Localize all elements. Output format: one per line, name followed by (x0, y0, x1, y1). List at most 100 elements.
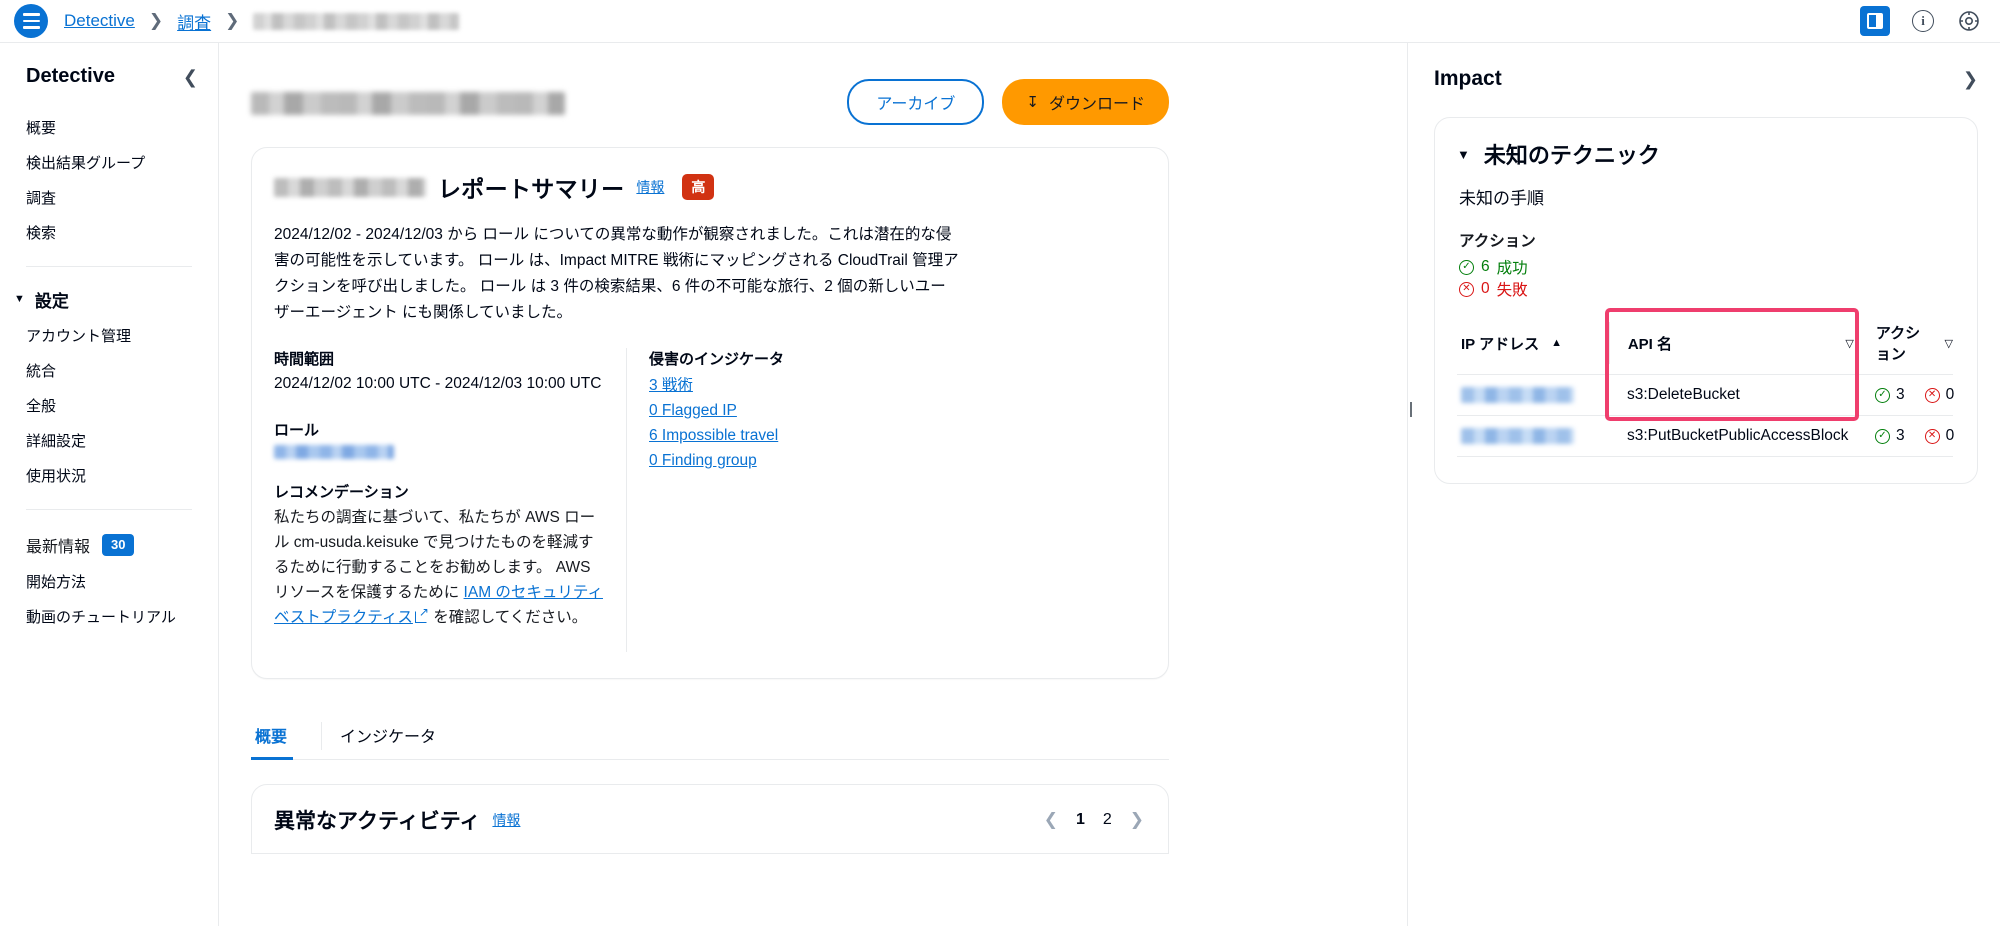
role-block: ロール (274, 419, 604, 459)
download-button[interactable]: ↧ ダウンロード (1002, 79, 1169, 125)
body-split: Detective ❮ 概要 検出結果グループ 調査 検索 ▼ 設定 アカウント… (0, 43, 2000, 926)
column-header-api-name[interactable]: API 名 ▽ (1610, 333, 1854, 354)
breadcrumb-item-redacted[interactable] (253, 12, 460, 30)
ioc-link-list: 3 戦術 0 Flagged IP 6 Impossible travel 0 … (649, 373, 1142, 470)
chevron-left-icon[interactable]: ❮ (1044, 810, 1058, 830)
breadcrumb-separator-icon: ❯ (148, 11, 164, 30)
recommendation-label: レコメンデーション (274, 483, 409, 501)
ioc-link-finding-group[interactable]: 0 Finding group (649, 452, 1142, 470)
technique-toggle[interactable]: ▼ 未知のテクニック (1457, 138, 1953, 170)
top-navigation-bar: Detective ❯ 調査 ❯ i (0, 0, 2000, 43)
sidebar-header: Detective ❮ (0, 65, 218, 88)
page-number-2[interactable]: 2 (1103, 811, 1112, 829)
hamburger-menu-icon[interactable] (14, 4, 48, 38)
sidebar-item-search[interactable]: 検索 (0, 215, 218, 250)
ioc-link-impossible-travel[interactable]: 6 Impossible travel (649, 427, 1142, 445)
sidebar-item-finding-groups[interactable]: 検出結果グループ (0, 145, 218, 180)
ip-address-redacted (1461, 428, 1574, 444)
actions-failure-count: 0 (1481, 280, 1490, 297)
report-summary-right-column: 侵害のインジケータ 3 戦術 0 Flagged IP 6 Impossible… (626, 348, 1142, 653)
impact-table-header: IP アドレス ▲ API 名 ▽ アクション ▽ (1457, 322, 1953, 375)
column-header-action[interactable]: アクション ▽ (1854, 322, 1953, 364)
sidebar-title: Detective (26, 65, 115, 87)
column-header-ip-address-label: IP アドレス (1461, 335, 1540, 353)
sidebar-divider (26, 266, 192, 267)
row-failure-value: 0 (1945, 386, 1955, 403)
page-number-1[interactable]: 1 (1076, 811, 1085, 829)
time-range-label: 時間範囲 (274, 351, 335, 369)
tab-overview[interactable]: 概要 (251, 713, 309, 761)
impact-panel: Impact ❯ ▼ 未知のテクニック 未知の手順 アクション ✓ 6 成功 ✕… (1407, 43, 2000, 926)
breadcrumb-item-detective[interactable]: Detective (64, 11, 135, 31)
panel-resize-handle[interactable] (1408, 395, 1416, 423)
sidebar-group-settings[interactable]: ▼ 設定 (0, 283, 218, 318)
x-circle-icon: ✕ (1924, 387, 1940, 403)
whats-new-count-badge: 30 (102, 533, 135, 557)
ioc-link-flagged-ip[interactable]: 0 Flagged IP (649, 402, 1142, 420)
check-circle-icon: ✓ (1875, 428, 1890, 444)
impact-table: IP アドレス ▲ API 名 ▽ アクション ▽ s3:DeleteBucke… (1457, 308, 1955, 457)
chevron-left-icon[interactable]: ❮ (183, 68, 198, 86)
archive-button[interactable]: アーカイブ (847, 79, 985, 125)
sidebar: Detective ❮ 概要 検出結果グループ 調査 検索 ▼ 設定 アカウント… (0, 43, 219, 926)
sidebar-item-video-tutorials[interactable]: 動画のチュートリアル (0, 599, 218, 634)
sidebar-item-account-management[interactable]: アカウント管理 (0, 318, 218, 353)
main-content: アーカイブ ↧ ダウンロード レポートサマリー 情報 高 2024/12/02 … (219, 43, 1407, 926)
column-header-api-name-label: API 名 (1627, 335, 1672, 353)
recommendation-block: レコメンデーション 私たちの調査に基づいて、私たちが AWS ロール cm-us… (274, 481, 604, 631)
impact-panel-header: Impact ❯ (1434, 67, 1978, 91)
sidebar-item-usage[interactable]: 使用状況 (0, 458, 218, 493)
report-summary-paragraph: 2024/12/02 - 2024/12/03 から ロール についての異常な動… (274, 226, 959, 322)
row-failure-count: ✕ 0 (1924, 427, 1955, 445)
row-failure-value: 0 (1945, 427, 1955, 444)
sidebar-item-getting-started[interactable]: 開始方法 (0, 564, 218, 599)
breadcrumb-separator-icon: ❯ (225, 11, 240, 30)
download-button-label: ダウンロード (1048, 96, 1145, 113)
report-summary-title-redacted (274, 177, 426, 197)
x-circle-icon: ✕ (1924, 428, 1940, 444)
info-icon[interactable]: i (1910, 8, 1936, 34)
breadcrumb: Detective ❯ 調査 ❯ (64, 9, 460, 34)
time-range-value: 2024/12/02 10:00 UTC - 2024/12/03 10:00 … (274, 375, 602, 393)
actions-failure-row: ✕ 0 失敗 (1459, 278, 1953, 300)
info-link[interactable]: 情報 (636, 177, 664, 197)
anomalous-activity-card: 異常なアクティビティ 情報 ❮ 1 2 ❯ (251, 784, 1169, 855)
caret-down-icon: ▼ (14, 293, 25, 305)
row-failure-count: ✕ 0 (1924, 386, 1955, 404)
report-summary-title: レポートサマリー (438, 176, 625, 202)
breadcrumb-item-investigation[interactable]: 調査 (177, 9, 211, 34)
ioc-link-tactics[interactable]: 3 戦術 (649, 373, 1142, 395)
chevron-right-icon[interactable]: ❯ (1963, 69, 1978, 90)
chevron-right-icon[interactable]: ❯ (1130, 810, 1144, 830)
sidebar-item-general[interactable]: 全般 (0, 388, 218, 423)
time-range-block: 時間範囲 2024/12/02 10:00 UTC - 2024/12/03 1… (274, 348, 604, 397)
sidebar-divider (26, 509, 192, 510)
table-row[interactable]: s3:PutBucketPublicAccessBlock ✓ 3 ✕ 0 (1457, 416, 1955, 457)
table-row[interactable]: s3:DeleteBucket ✓ 3 ✕ 0 (1457, 375, 1954, 416)
column-header-ip-address[interactable]: IP アドレス ▲ (1457, 333, 1609, 354)
row-success-count: ✓ 3 (1875, 386, 1905, 404)
side-panel-icon[interactable] (1860, 6, 1890, 36)
technique-name: 未知のテクニック (1483, 143, 1660, 168)
sidebar-item-whats-new[interactable]: 最新情報 30 (0, 526, 218, 564)
actions-success-count: 6 (1481, 258, 1490, 275)
recommendation-text-after: を確認してください。 (428, 609, 588, 627)
sidebar-item-overview[interactable]: 概要 (0, 110, 218, 145)
sidebar-item-investigations[interactable]: 調査 (0, 180, 218, 215)
caret-down-icon: ▼ (1457, 146, 1470, 162)
topbar-actions: i (1860, 6, 1982, 36)
actions-success-row: ✓ 6 成功 (1459, 256, 1953, 278)
settings-icon[interactable] (1956, 8, 1982, 34)
tab-divider (321, 722, 323, 751)
actions-failure-label: 失敗 (1496, 282, 1528, 299)
recommendation-text: 私たちの調査に基づいて、私たちが AWS ロール cm-usuda.keisuk… (274, 505, 604, 631)
sidebar-item-integrations[interactable]: 統合 (0, 353, 218, 388)
content-tabs: 概要 インジケータ (251, 713, 1169, 761)
row-success-value: 3 (1896, 427, 1905, 444)
cell-action-counts: ✓ 3 ✕ 0 (1853, 386, 1954, 404)
sidebar-item-advanced-settings[interactable]: 詳細設定 (0, 423, 218, 458)
tab-indicators[interactable]: インジケータ (336, 713, 458, 759)
info-link[interactable]: 情報 (492, 810, 520, 830)
row-success-count: ✓ 3 (1875, 427, 1905, 445)
page-title (251, 92, 565, 115)
